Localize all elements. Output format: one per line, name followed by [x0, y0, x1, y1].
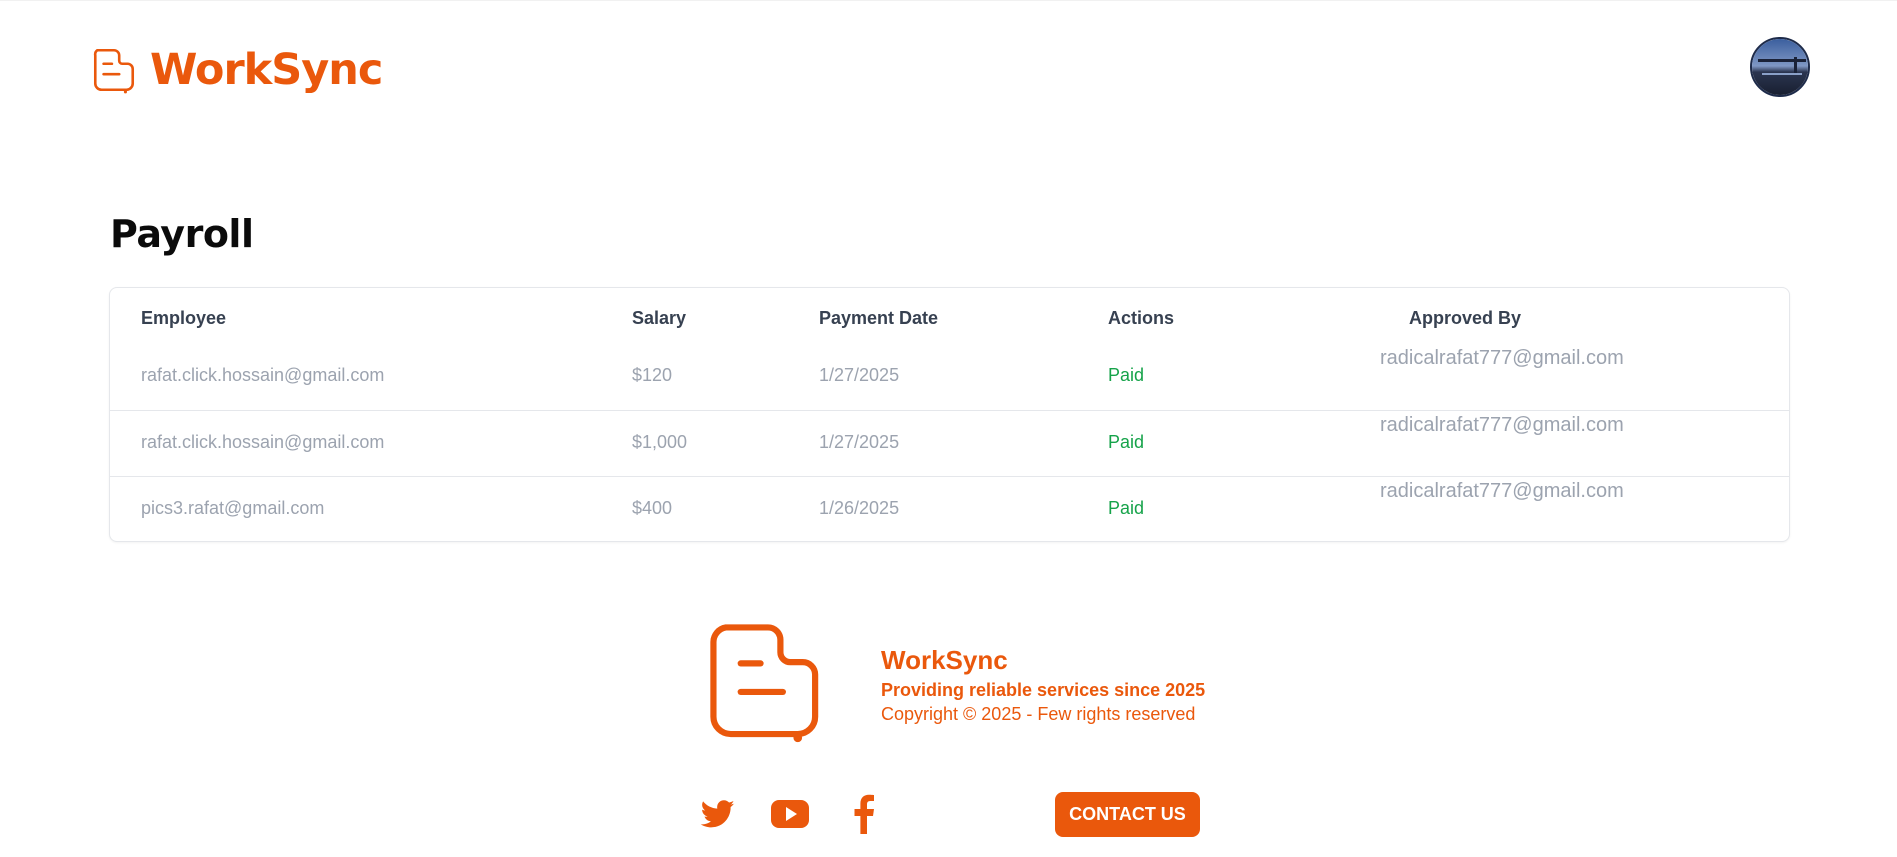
salary-amount: $400 — [632, 498, 673, 518]
avatar-image — [1752, 39, 1808, 95]
payment-date: 1/26/2025 — [819, 498, 900, 518]
facebook-icon[interactable] — [843, 793, 885, 835]
page-title: Payroll — [110, 212, 254, 256]
approver-email: radicalrafat777@gmail.com — [1380, 480, 1624, 502]
footer-brand-name: WorkSync — [881, 645, 1008, 675]
footer-copyright: Copyright © 2025 - Few rights reserved — [881, 704, 1196, 724]
payroll-table: Employee Salary Payment Date Actions App… — [109, 287, 1790, 542]
payment-date: 1/27/2025 — [819, 432, 900, 452]
column-header-actions: Actions — [1108, 308, 1175, 328]
youtube-icon[interactable] — [769, 793, 811, 835]
footer-info: WorkSync Providing reliable services sin… — [881, 644, 1205, 726]
status-paid: Paid — [1108, 432, 1145, 452]
column-header-payment-date: Payment Date — [819, 308, 939, 328]
footer-logo-icon — [710, 624, 819, 743]
footer-tagline: Providing reliable services since 2025 — [881, 680, 1206, 700]
employee-email: pics3.rafat@gmail.com — [141, 498, 325, 518]
brand-home-link[interactable]: WorkSync — [88, 44, 383, 96]
approver-email: radicalrafat777@gmail.com — [1380, 414, 1624, 436]
employee-email: rafat.click.hossain@gmail.com — [141, 365, 385, 385]
contact-us-button[interactable]: CONTACT US — [1055, 792, 1200, 837]
column-header-approved-by: Approved By — [1409, 308, 1522, 328]
column-header-salary: Salary — [632, 308, 687, 328]
salary-amount: $1,000 — [632, 432, 688, 452]
employee-email: rafat.click.hossain@gmail.com — [141, 432, 385, 452]
navbar: WorkSync — [0, 0, 1897, 140]
user-avatar[interactable] — [1750, 37, 1810, 97]
twitter-icon[interactable] — [697, 793, 739, 835]
table-row: rafat.click.hossain@gmail.com $120 1/27/… — [110, 344, 1789, 410]
status-paid: Paid — [1108, 498, 1145, 518]
table-row: pics3.rafat@gmail.com $400 1/26/2025 Pai… — [110, 476, 1789, 542]
brand-name: WorkSync — [150, 44, 383, 95]
table-row: rafat.click.hossain@gmail.com $1,000 1/2… — [110, 410, 1789, 476]
status-paid: Paid — [1108, 365, 1145, 385]
column-header-employee: Employee — [141, 308, 227, 328]
salary-amount: $120 — [632, 365, 673, 385]
logo-icon — [93, 48, 135, 94]
payment-date: 1/27/2025 — [819, 365, 900, 385]
approver-email: radicalrafat777@gmail.com — [1380, 347, 1624, 369]
